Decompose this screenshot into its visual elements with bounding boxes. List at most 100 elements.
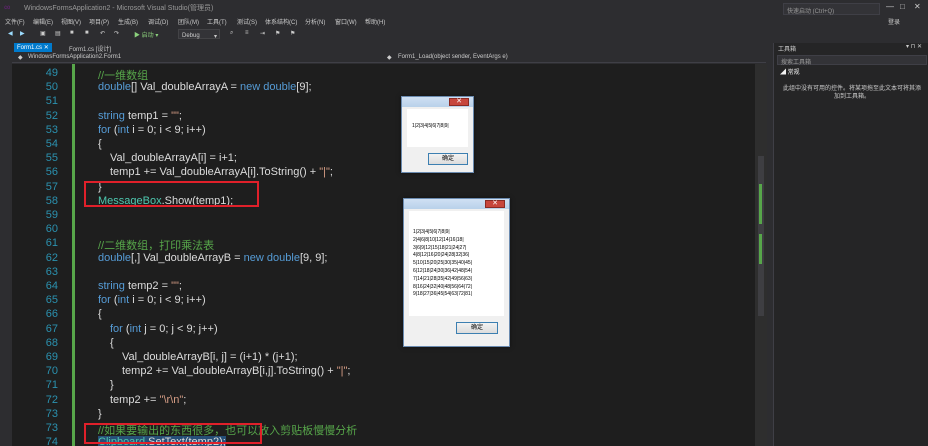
quick-launch-input[interactable]: 快速启动 (Ctrl+Q) — [783, 3, 880, 15]
line-number: 49 — [45, 67, 58, 79]
line-number: 66 — [45, 308, 58, 321]
ok-button[interactable]: 确定 — [428, 153, 468, 165]
line-number: 60 — [45, 223, 58, 236]
class-icon: ◆ — [18, 55, 23, 61]
line-number: 63 — [45, 265, 58, 278]
change-indicator-bar — [72, 64, 75, 446]
open-file-icon[interactable]: ▤ — [55, 30, 61, 37]
ok-button[interactable]: 确定 — [456, 322, 498, 334]
solution-configuration-select[interactable]: Debug ▾ — [178, 29, 220, 40]
bookmark-next-icon[interactable]: ⚑ — [290, 30, 295, 37]
code-line[interactable]: } — [98, 408, 102, 420]
line-number: 53 — [45, 123, 58, 136]
close-dialog-button[interactable]: ✕ — [485, 200, 505, 208]
tab-form1-cs[interactable]: Form1.cs ✕ — [14, 43, 52, 52]
code-token: [,] Val_doubleArrayB = — [131, 251, 244, 264]
menu-help[interactable]: 帮助(H) — [365, 17, 385, 26]
code-token: double — [98, 251, 132, 264]
close-dialog-button[interactable]: ✕ — [449, 98, 469, 106]
menu-file[interactable]: 文件(F) — [5, 17, 25, 26]
code-line[interactable]: for (int i = 0; i < 9; i++) — [98, 124, 206, 136]
indent-icon[interactable]: ⇥ — [260, 30, 265, 37]
code-line[interactable]: Val_doubleArrayA[i] = i+1; — [110, 152, 237, 164]
code-line[interactable]: Val_doubleArrayB[i, j] = (i+1) * (j+1); — [122, 351, 298, 363]
code-token: [] Val_doubleArrayA = — [131, 81, 240, 94]
menu-analyze[interactable]: 分析(N) — [305, 17, 325, 26]
left-dock-strip — [0, 41, 10, 446]
find-icon[interactable]: ⌕ — [230, 30, 233, 37]
toolbox-group-general[interactable]: ◢ 常规 — [780, 67, 800, 76]
comment-icon[interactable]: ≡ — [245, 30, 249, 36]
menu-view[interactable]: 视图(V) — [61, 17, 81, 26]
code-line[interactable]: string temp2 = ""; — [98, 280, 182, 292]
menu-bar: 文件(F) 编辑(E) 视图(V) 项目(P) 生成(B) 调试(D) 团队(M… — [0, 15, 928, 27]
panel-controls[interactable]: ▾ ⊓ ✕ — [906, 43, 922, 50]
line-number: 52 — [45, 109, 58, 122]
code-line[interactable]: { — [98, 308, 102, 320]
code-editor[interactable]: 49 50 51 52 53 54 55 56 57 58 59 60 61 62 63 64 65 66 67 68… — [12, 64, 766, 446]
code-line[interactable]: { — [110, 337, 114, 349]
code-token: //二维数组，打印乘法表 — [98, 240, 215, 253]
bookmark-icon[interactable]: ⚑ — [275, 30, 280, 37]
code-token: int — [117, 294, 130, 307]
code-token: ; — [329, 166, 333, 179]
maximize-button[interactable]: □ — [900, 2, 905, 11]
code-line[interactable]: string temp1 = ""; — [98, 110, 182, 122]
close-window-button[interactable]: ✕ — [914, 2, 921, 11]
code-line[interactable]: for (int i = 0; i < 9; i++) — [98, 294, 206, 306]
line-number: 57 — [45, 180, 58, 193]
dialog-body: 1|2|3|4|5|6|7|8|9| 2|4|6|8|10|12|14|16|1… — [409, 211, 504, 316]
new-project-icon[interactable]: ▣ — [40, 30, 46, 37]
redo-icon[interactable]: ↷ — [114, 30, 119, 37]
code-token: [9]; — [296, 81, 312, 94]
start-debugging-button[interactable]: ▶ 启动 ▾ — [134, 30, 158, 39]
code-line[interactable]: temp2 += Val_doubleArrayB[i,j].ToString(… — [122, 365, 350, 377]
code-token: temp2 += — [110, 393, 160, 406]
menu-test[interactable]: 测试(S) — [237, 17, 257, 26]
vertical-scrollbar[interactable] — [755, 64, 767, 446]
code-token: } — [110, 379, 114, 392]
toolbox-search-input[interactable]: 搜索工具箱 — [777, 55, 927, 66]
code-line[interactable]: for (int j = 0; j < 9; j++) — [110, 323, 218, 335]
menu-team[interactable]: 团队(M) — [178, 17, 199, 26]
menu-edit[interactable]: 编辑(E) — [33, 17, 53, 26]
code-token: "\r\n" — [159, 393, 184, 406]
line-number: 62 — [45, 251, 58, 264]
toolbox-panel: 工具箱 ▾ ⊓ ✕ 搜索工具箱 ◢ 常规 此组中没有可用的控件。将某项拖至此文本… — [773, 43, 928, 446]
code-token: ( — [122, 322, 130, 335]
back-icon[interactable]: ◀ — [8, 30, 13, 37]
menu-project[interactable]: 项目(P) — [89, 17, 109, 26]
line-number: 68 — [45, 336, 58, 349]
code-token: } — [98, 407, 102, 420]
code-line[interactable]: temp2 += "\r\n"; — [110, 394, 186, 406]
code-line[interactable]: { — [98, 138, 102, 150]
code-line[interactable]: double[,] Val_doubleArrayB = new double[… — [98, 252, 327, 264]
method-selector[interactable]: Form1_Load(object sender, EventArgs e) — [398, 54, 508, 60]
menu-tools[interactable]: 工具(T) — [207, 17, 227, 26]
standard-toolbar: ◀ ▶ ▣ ▤ ■ ■ ↶ ↷ ▶ 启动 ▾ Debug ▾ ⌕ ≡ ⇥ ⚑ ⚑ — [0, 27, 928, 41]
menu-window[interactable]: 窗口(W) — [335, 17, 357, 26]
line-number: 64 — [45, 280, 58, 292]
save-all-icon[interactable]: ■ — [85, 30, 89, 36]
navigation-bar: ◆ WindowsFormsApplication2.Form1 ◆ Form1… — [12, 53, 766, 63]
line-number: 73 — [45, 407, 58, 420]
code-token: string — [98, 109, 125, 122]
code-token: Val_doubleArrayB[i, j] = (i+1) * (j+1); — [122, 351, 298, 363]
menu-architecture[interactable]: 体系结构(C) — [265, 17, 297, 26]
line-number: 51 — [45, 95, 58, 108]
sign-in-link[interactable]: 登录 — [888, 17, 900, 26]
minimize-button[interactable]: — — [886, 2, 894, 11]
close-tab-icon[interactable]: ✕ — [44, 45, 49, 51]
undo-icon[interactable]: ↶ — [100, 30, 105, 37]
menu-debug[interactable]: 调试(D) — [148, 17, 168, 26]
menu-build[interactable]: 生成(B) — [118, 17, 138, 26]
save-icon[interactable]: ■ — [70, 30, 74, 36]
forward-icon[interactable]: ▶ — [20, 30, 25, 37]
code-line[interactable]: temp1 += Val_doubleArrayA[i].ToString() … — [110, 166, 333, 178]
tab-form1-designer[interactable]: Form1.cs [设计] — [66, 43, 114, 53]
class-selector[interactable]: WindowsFormsApplication2.Form1 — [28, 54, 121, 60]
code-line[interactable]: } — [110, 379, 114, 391]
code-token: int — [129, 322, 142, 335]
code-line[interactable]: double[] Val_doubleArrayA = new double[9… — [98, 81, 312, 93]
tab-label: Form1.cs — [17, 45, 43, 51]
